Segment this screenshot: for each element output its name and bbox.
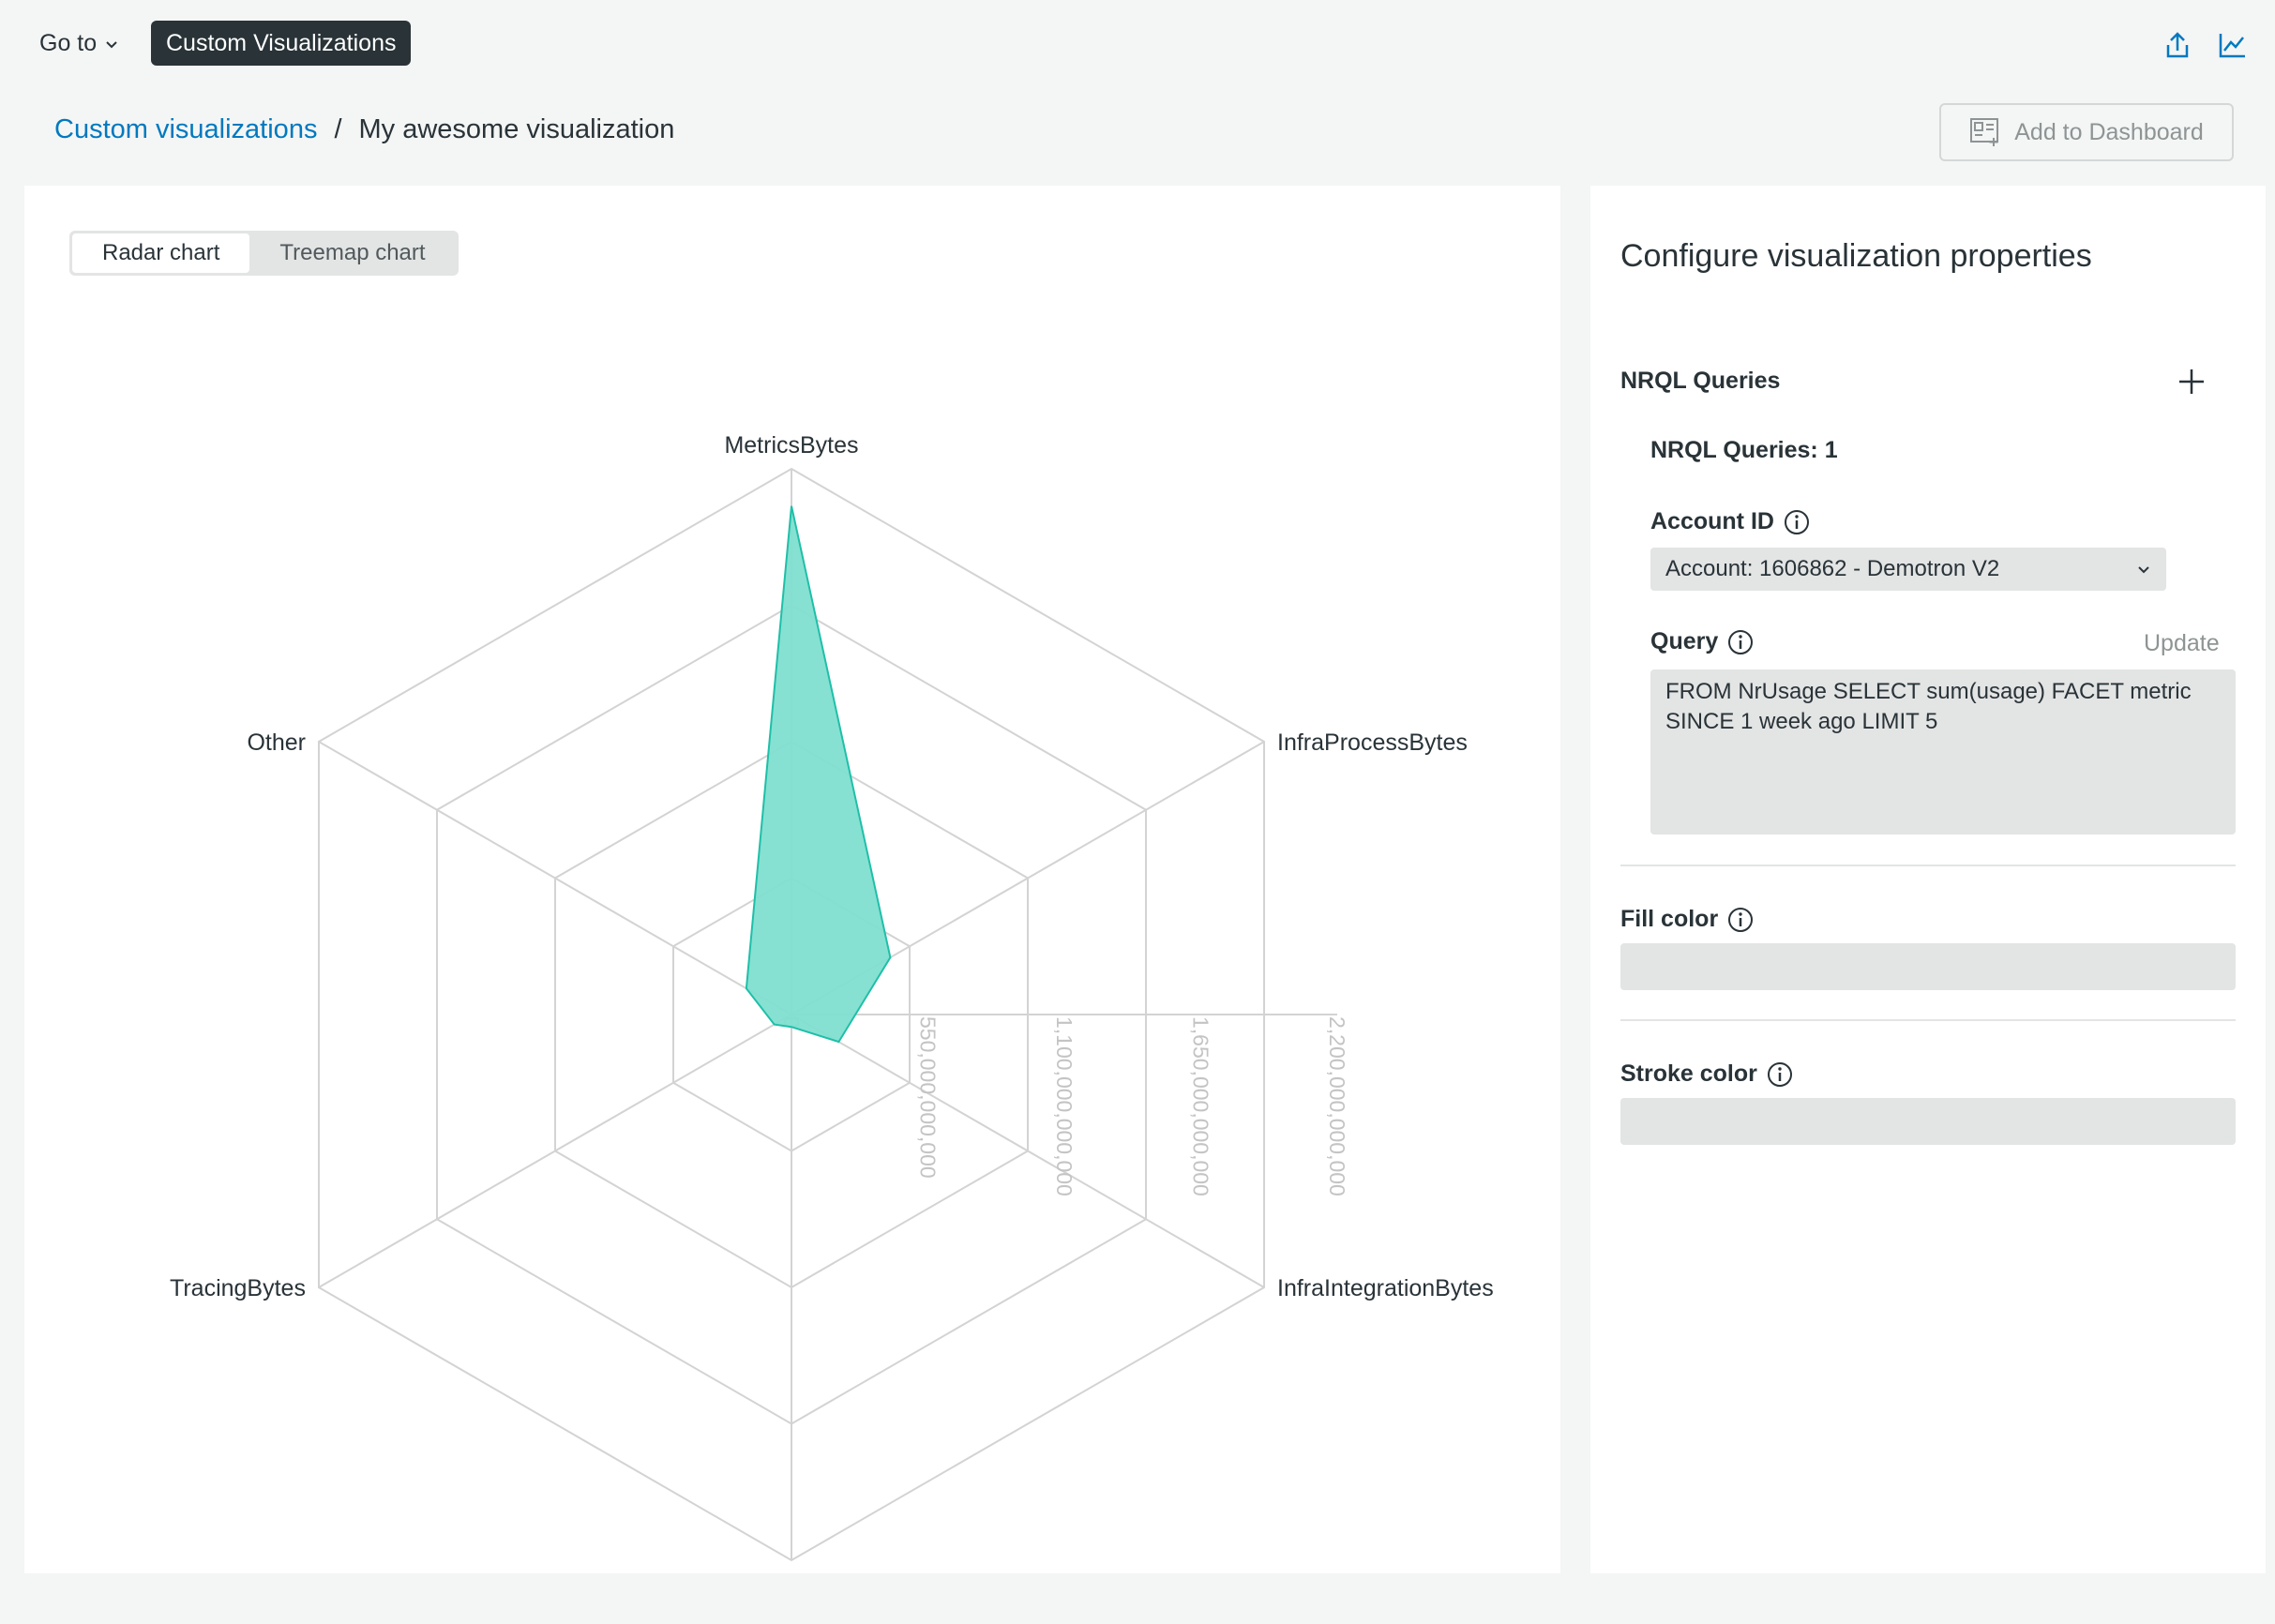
info-icon[interactable] — [1727, 907, 1754, 933]
radar-tick-label: 1,100,000,000,000 — [1052, 1016, 1077, 1196]
radar-tick-label: 2,200,000,000,000 — [1325, 1016, 1349, 1196]
query-textarea[interactable]: FROM NrUsage SELECT sum(usage) FACET met… — [1650, 669, 2236, 835]
account-id-text: Account ID — [1650, 508, 1774, 534]
account-id-label: Account ID — [1650, 508, 1810, 535]
fill-color-label: Fill color — [1620, 906, 1754, 933]
radar-axis-label: InfraProcessBytes — [1277, 729, 1468, 756]
divider — [1620, 865, 2236, 866]
update-link[interactable]: Update — [2144, 630, 2220, 657]
nrql-section-text: NRQL Queries — [1620, 368, 1781, 394]
radar-axis-label: Other — [247, 729, 306, 756]
stroke-color-label: Stroke color — [1620, 1060, 1793, 1088]
fill-color-input[interactable] — [1620, 943, 2236, 990]
radar-tick-label: 1,650,000,000,000 — [1189, 1016, 1213, 1196]
radar-axis-label: InfraIntegrationBytes — [1277, 1275, 1494, 1301]
fill-color-text: Fill color — [1620, 906, 1719, 932]
nrql-section-label: NRQL Queries — [1620, 368, 1780, 395]
chart-icon[interactable] — [2215, 28, 2249, 62]
radar-axis-label: TracingBytes — [170, 1275, 306, 1301]
nrql-count-text: NRQL Queries: 1 — [1650, 437, 1838, 463]
radar-chart: 0550,000,000,0001,100,000,000,0001,650,0… — [170, 432, 1494, 1562]
add-to-dashboard-button[interactable]: Add to Dashboard — [1939, 103, 2234, 161]
stroke-color-text: Stroke color — [1620, 1060, 1757, 1087]
info-icon[interactable] — [1784, 509, 1810, 535]
query-label: Query — [1650, 628, 1754, 655]
account-select-value: Account: 1606862 - Demotron V2 — [1665, 556, 2000, 581]
add-to-dashboard-label: Add to Dashboard — [2014, 118, 2204, 145]
account-select[interactable]: Account: 1606862 - Demotron V2 — [1650, 548, 2166, 591]
radar-series-area — [745, 505, 892, 1044]
query-label-text: Query — [1650, 628, 1719, 654]
info-icon[interactable] — [1727, 629, 1754, 655]
chevron-down-icon — [2138, 566, 2149, 574]
add-query-icon[interactable] — [2176, 366, 2207, 398]
nrql-count: NRQL Queries: 1 — [1650, 437, 1838, 464]
radar-tick-label: 550,000,000,000 — [916, 1016, 941, 1179]
panel-title: Configure visualization properties — [1620, 238, 2092, 274]
divider — [1620, 1019, 2236, 1021]
radar-axis-label: MetricsBytes — [724, 432, 858, 459]
info-icon[interactable] — [1767, 1061, 1793, 1088]
stroke-color-input[interactable] — [1620, 1098, 2236, 1145]
share-icon[interactable] — [2161, 28, 2194, 62]
dashboard-add-icon — [1970, 118, 1999, 146]
